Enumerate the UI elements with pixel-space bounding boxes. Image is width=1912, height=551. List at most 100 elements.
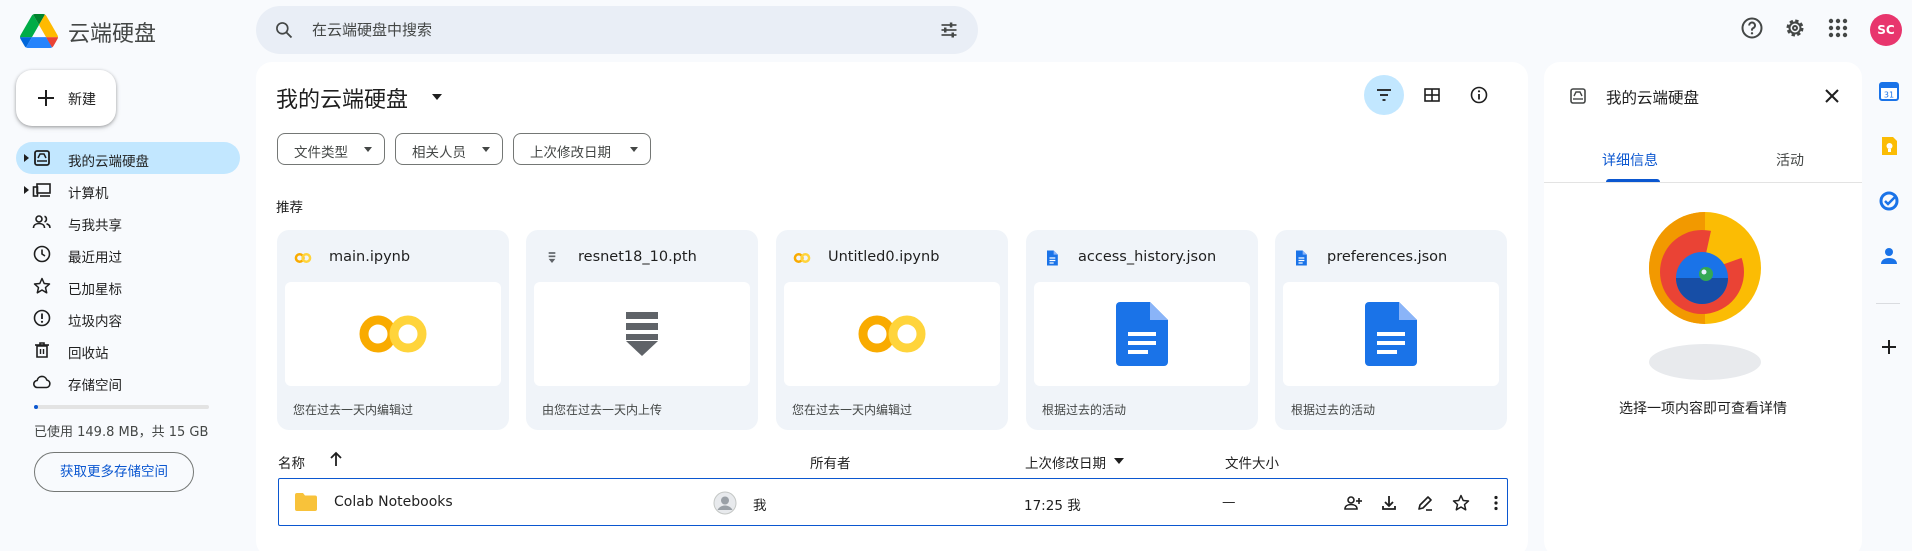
column-header-owner[interactable]: 所有者 [810,452,851,472]
new-button-label: 新建 [68,92,96,108]
suggested-card[interactable]: preferences.json 根据过去的活动 [1275,230,1507,430]
card-file-name: access_history.json [1078,249,1217,265]
search-options-icon[interactable] [938,20,960,40]
filter-chip-label: 相关人员 [412,145,466,161]
filter-chip-people[interactable]: 相关人员 [395,133,503,165]
account-avatar[interactable]: SC [1870,14,1902,46]
doc-icon [1296,250,1307,266]
svg-text:31: 31 [1884,91,1894,100]
rail-divider [1876,303,1900,304]
table-row[interactable]: Colab Notebooks 我 17:25 我 — [278,478,1508,526]
search-bar[interactable] [256,6,978,54]
suggested-card[interactable]: resnet18_10.pth 由您在过去一天内上传 [526,230,758,430]
grid-view-button[interactable] [1412,75,1452,115]
filter-chip-modified[interactable]: 上次修改日期 [513,133,651,165]
card-reason: 由您在过去一天内上传 [542,403,663,417]
star-icon[interactable] [1451,493,1471,513]
sort-caret-down-icon[interactable] [1114,458,1124,464]
sidebar-item-label: 最近用过 [68,250,122,266]
drive-logo-icon[interactable] [20,14,58,48]
card-preview [1034,282,1250,386]
card-preview [285,282,501,386]
doc-icon [1047,250,1058,266]
expand-caret-icon[interactable] [22,185,30,195]
owner-name: 我 [753,498,767,514]
folder-icon [295,493,317,511]
suggested-card[interactable]: access_history.json 根据过去的活动 [1026,230,1258,430]
sidebar-item-trash[interactable]: 回收站 [16,334,240,366]
colab-icon [294,253,312,263]
doc-icon [1116,302,1168,366]
sort-arrow-up-icon[interactable] [328,450,344,468]
settings-icon[interactable] [1783,16,1807,40]
tab-details[interactable]: 详细信息 [1602,150,1658,170]
tasks-icon[interactable] [1878,190,1900,212]
new-button[interactable]: 新建 [16,70,116,126]
filter-chip-label: 上次修改日期 [530,145,611,161]
column-header-modified[interactable]: 上次修改日期 [1025,452,1106,472]
details-panel-title: 我的云端硬盘 [1606,89,1700,107]
modified-date: 17:25 我 [1024,498,1081,514]
file-size: — [1222,494,1236,510]
empty-state-illustration [1649,212,1761,380]
keep-icon[interactable] [1878,135,1900,157]
column-header-name[interactable]: 名称 [278,452,305,472]
suggested-card[interactable]: Untitled0.ipynb 您在过去一天内编辑过 [776,230,1008,430]
get-more-storage-button[interactable]: 获取更多存储空间 [34,452,194,492]
sidebar-item-computers[interactable]: 计算机 [16,174,240,206]
filter-list-icon [1377,89,1391,101]
filter-toggle-button[interactable] [1364,75,1404,115]
sidebar-item-spam[interactable]: 垃圾内容 [16,302,240,334]
colab-icon [858,315,926,353]
tab-activity[interactable]: 活动 [1776,150,1804,170]
generic-file-icon [626,312,658,356]
sidebar-item-recent[interactable]: 最近用过 [16,238,240,270]
page-title[interactable]: 我的云端硬盘 [276,82,408,114]
details-button[interactable] [1459,75,1499,115]
plus-icon [38,90,54,106]
people-icon [32,215,51,229]
rename-edit-icon[interactable] [1415,493,1435,513]
apps-grid-icon[interactable] [1826,16,1850,40]
sidebar-item-label: 回收站 [68,346,109,362]
filter-chip-type[interactable]: 文件类型 [277,133,385,165]
sidebar-item-my-drive[interactable]: 我的云端硬盘 [16,142,240,174]
drive-icon [1570,88,1586,104]
sidebar-item-label: 存储空间 [68,378,122,394]
card-file-name: main.ipynb [329,249,411,265]
title-dropdown-icon[interactable] [432,94,442,100]
chevron-down-icon [630,147,638,152]
card-file-name: Untitled0.ipynb [828,249,940,265]
help-icon[interactable] [1740,16,1764,40]
sidebar-item-starred[interactable]: 已加星标 [16,270,240,302]
more-actions-icon[interactable] [1486,493,1506,513]
grid-view-icon [1424,88,1440,102]
add-addon-icon[interactable] [1878,336,1900,358]
search-icon[interactable] [274,20,294,40]
download-icon[interactable] [1379,493,1399,513]
card-file-name: resnet18_10.pth [578,249,697,265]
filter-chip-label: 文件类型 [294,145,348,161]
app-title[interactable]: 云端硬盘 [68,16,156,48]
sidebar-item-storage[interactable]: 存储空间 [16,366,240,398]
expand-caret-icon[interactable] [22,153,30,163]
owner-avatar-icon [713,491,737,515]
details-panel: 我的云端硬盘 详细信息 活动 选择一项内容即可查看详情 [1544,62,1862,551]
share-person-add-icon[interactable] [1343,493,1363,513]
column-header-size[interactable]: 文件大小 [1225,452,1279,472]
storage-progress-bar [34,405,209,409]
tab-divider [1544,182,1862,183]
sidebar-item-shared[interactable]: 与我共享 [16,206,240,238]
sidebar-item-label: 已加星标 [68,282,122,298]
doc-icon [1365,302,1417,366]
trash-icon [35,342,49,358]
suggested-card[interactable]: main.ipynb 您在过去一天内编辑过 [277,230,509,430]
suggested-heading: 推荐 [276,200,303,216]
contacts-icon[interactable] [1878,245,1900,267]
calendar-icon[interactable]: 31 [1878,80,1900,102]
details-empty-message: 选择一项内容即可查看详情 [1619,401,1787,417]
sidebar-item-label: 垃圾内容 [68,314,122,330]
search-input[interactable] [312,20,872,40]
sidebar-item-label: 与我共享 [68,218,122,234]
close-icon[interactable] [1820,84,1844,108]
